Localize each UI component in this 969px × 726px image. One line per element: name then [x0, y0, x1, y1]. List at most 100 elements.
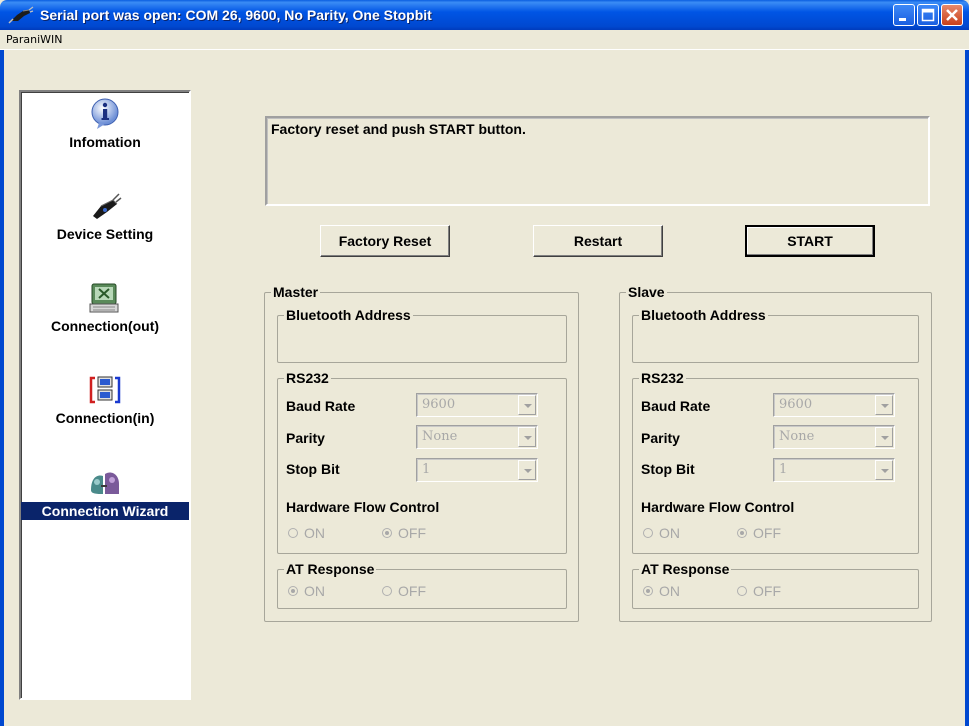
slave-at-on-radio[interactable]: ON [643, 583, 680, 599]
radio-selected-icon [737, 528, 747, 538]
radio-label: OFF [753, 583, 781, 599]
window-title: Serial port was open: COM 26, 9600, No P… [40, 7, 432, 23]
master-rs232-title: RS232 [284, 370, 331, 386]
connection-in-icon [89, 376, 121, 404]
master-stop-bit-label: Stop Bit [286, 461, 340, 477]
sidebar-item-label: Device Setting [56, 226, 154, 242]
master-at-response-group: AT Response ON OFF [277, 561, 567, 609]
slave-hfc-on-radio[interactable]: ON [643, 525, 680, 541]
chevron-down-icon[interactable] [518, 460, 536, 480]
master-baud-rate-select[interactable]: 9600 [416, 393, 538, 417]
window-border-left [0, 30, 4, 726]
radio-label: ON [304, 525, 325, 541]
info-icon [91, 98, 119, 129]
master-parity-value: None [422, 429, 458, 444]
chevron-down-icon[interactable] [875, 460, 893, 480]
device-icon [93, 193, 122, 219]
chevron-down-icon[interactable] [518, 427, 536, 447]
master-hw-flow-control-label: Hardware Flow Control [286, 499, 440, 515]
close-icon [946, 9, 958, 21]
radio-icon [288, 528, 298, 538]
sidebar-item-information[interactable]: Infomation [21, 96, 189, 150]
master-rs232-group: RS232 Baud Rate 9600 Parity None Stop Bi… [277, 370, 567, 554]
slave-hw-flow-control-label: Hardware Flow Control [641, 499, 795, 515]
radio-label: ON [659, 525, 680, 541]
chevron-down-icon[interactable] [518, 395, 536, 415]
radio-label: OFF [753, 525, 781, 541]
master-stop-bit-value: 1 [422, 462, 431, 477]
slave-at-off-radio[interactable]: OFF [737, 583, 781, 599]
slave-parity-select[interactable]: None [773, 425, 895, 449]
slave-baud-rate-label: Baud Rate [641, 398, 711, 414]
slave-baud-rate-value: 9600 [779, 397, 813, 412]
radio-selected-icon [288, 586, 298, 596]
master-group-title: Master [271, 284, 321, 300]
radio-label: OFF [398, 583, 426, 599]
sidebar-item-label: Infomation [69, 134, 141, 150]
master-stop-bit-select[interactable]: 1 [416, 458, 538, 482]
radio-label: ON [304, 583, 325, 599]
radio-icon [643, 528, 653, 538]
start-button[interactable]: START [745, 225, 875, 257]
master-baud-rate-label: Baud Rate [286, 398, 356, 414]
maximize-button[interactable] [917, 4, 939, 26]
radio-label: ON [659, 583, 680, 599]
minimize-button[interactable] [893, 4, 915, 26]
radio-selected-icon [382, 528, 392, 538]
restart-button[interactable]: Restart [533, 225, 663, 257]
chevron-down-icon[interactable] [875, 427, 893, 447]
sidebar-item-label: Connection Wizard [21, 502, 189, 520]
master-at-on-radio[interactable]: ON [288, 583, 325, 599]
maximize-icon [921, 8, 935, 22]
slave-group-title: Slave [626, 284, 667, 300]
radio-label: OFF [398, 525, 426, 541]
close-button[interactable] [941, 4, 963, 26]
wizard-icon [91, 472, 119, 494]
master-at-off-radio[interactable]: OFF [382, 583, 426, 599]
factory-reset-button[interactable]: Factory Reset [320, 225, 450, 257]
radio-selected-icon [643, 586, 653, 596]
master-hfc-off-radio[interactable]: OFF [382, 525, 426, 541]
slave-at-response-title: AT Response [639, 561, 732, 577]
sidebar-item-label: Connection(in) [55, 410, 155, 426]
menu-bar: ParaniWIN [0, 30, 969, 50]
sidebar-item-device-setting[interactable]: Device Setting [21, 188, 189, 242]
menu-item-paraniwin[interactable]: ParaniWIN [6, 33, 63, 46]
minimize-icon [899, 18, 906, 21]
slave-bluetooth-address-group: Bluetooth Address [632, 307, 919, 363]
sidebar-item-connection-out[interactable]: Connection(out) [21, 280, 189, 334]
master-at-response-title: AT Response [284, 561, 377, 577]
chevron-down-icon[interactable] [875, 395, 893, 415]
slave-stop-bit-value: 1 [779, 462, 788, 477]
slave-parity-label: Parity [641, 430, 680, 446]
slave-group: Slave Bluetooth Address RS232 Baud Rate … [619, 284, 932, 622]
slave-rs232-title: RS232 [639, 370, 686, 386]
slave-stop-bit-label: Stop Bit [641, 461, 695, 477]
slave-at-response-group: AT Response ON OFF [632, 561, 919, 609]
slave-baud-rate-select[interactable]: 9600 [773, 393, 895, 417]
sidebar: Infomation Device Setting Connection(out… [19, 90, 191, 700]
master-bluetooth-address-group: Bluetooth Address [277, 307, 567, 363]
slave-parity-value: None [779, 429, 815, 444]
master-baud-rate-value: 9600 [422, 397, 456, 412]
title-bar[interactable]: Serial port was open: COM 26, 9600, No P… [0, 0, 969, 30]
radio-icon [382, 586, 392, 596]
serial-plug-icon [8, 6, 34, 24]
master-parity-label: Parity [286, 430, 325, 446]
instruction-message: Factory reset and push START button. [271, 121, 526, 137]
connection-out-icon [89, 283, 119, 313]
window-border-right [965, 30, 969, 726]
sidebar-item-connection-in[interactable]: Connection(in) [21, 372, 189, 426]
sidebar-item-connection-wizard[interactable]: Connection Wizard [21, 464, 189, 520]
slave-stop-bit-select[interactable]: 1 [773, 458, 895, 482]
master-hfc-on-radio[interactable]: ON [288, 525, 325, 541]
slave-bluetooth-address-title: Bluetooth Address [639, 307, 768, 323]
radio-icon [737, 586, 747, 596]
master-bluetooth-address-title: Bluetooth Address [284, 307, 413, 323]
slave-rs232-group: RS232 Baud Rate 9600 Parity None Stop Bi… [632, 370, 919, 554]
master-group: Master Bluetooth Address RS232 Baud Rate… [264, 284, 579, 622]
instruction-message-box: Factory reset and push START button. [265, 116, 930, 206]
master-parity-select[interactable]: None [416, 425, 538, 449]
sidebar-item-label: Connection(out) [50, 318, 160, 334]
slave-hfc-off-radio[interactable]: OFF [737, 525, 781, 541]
